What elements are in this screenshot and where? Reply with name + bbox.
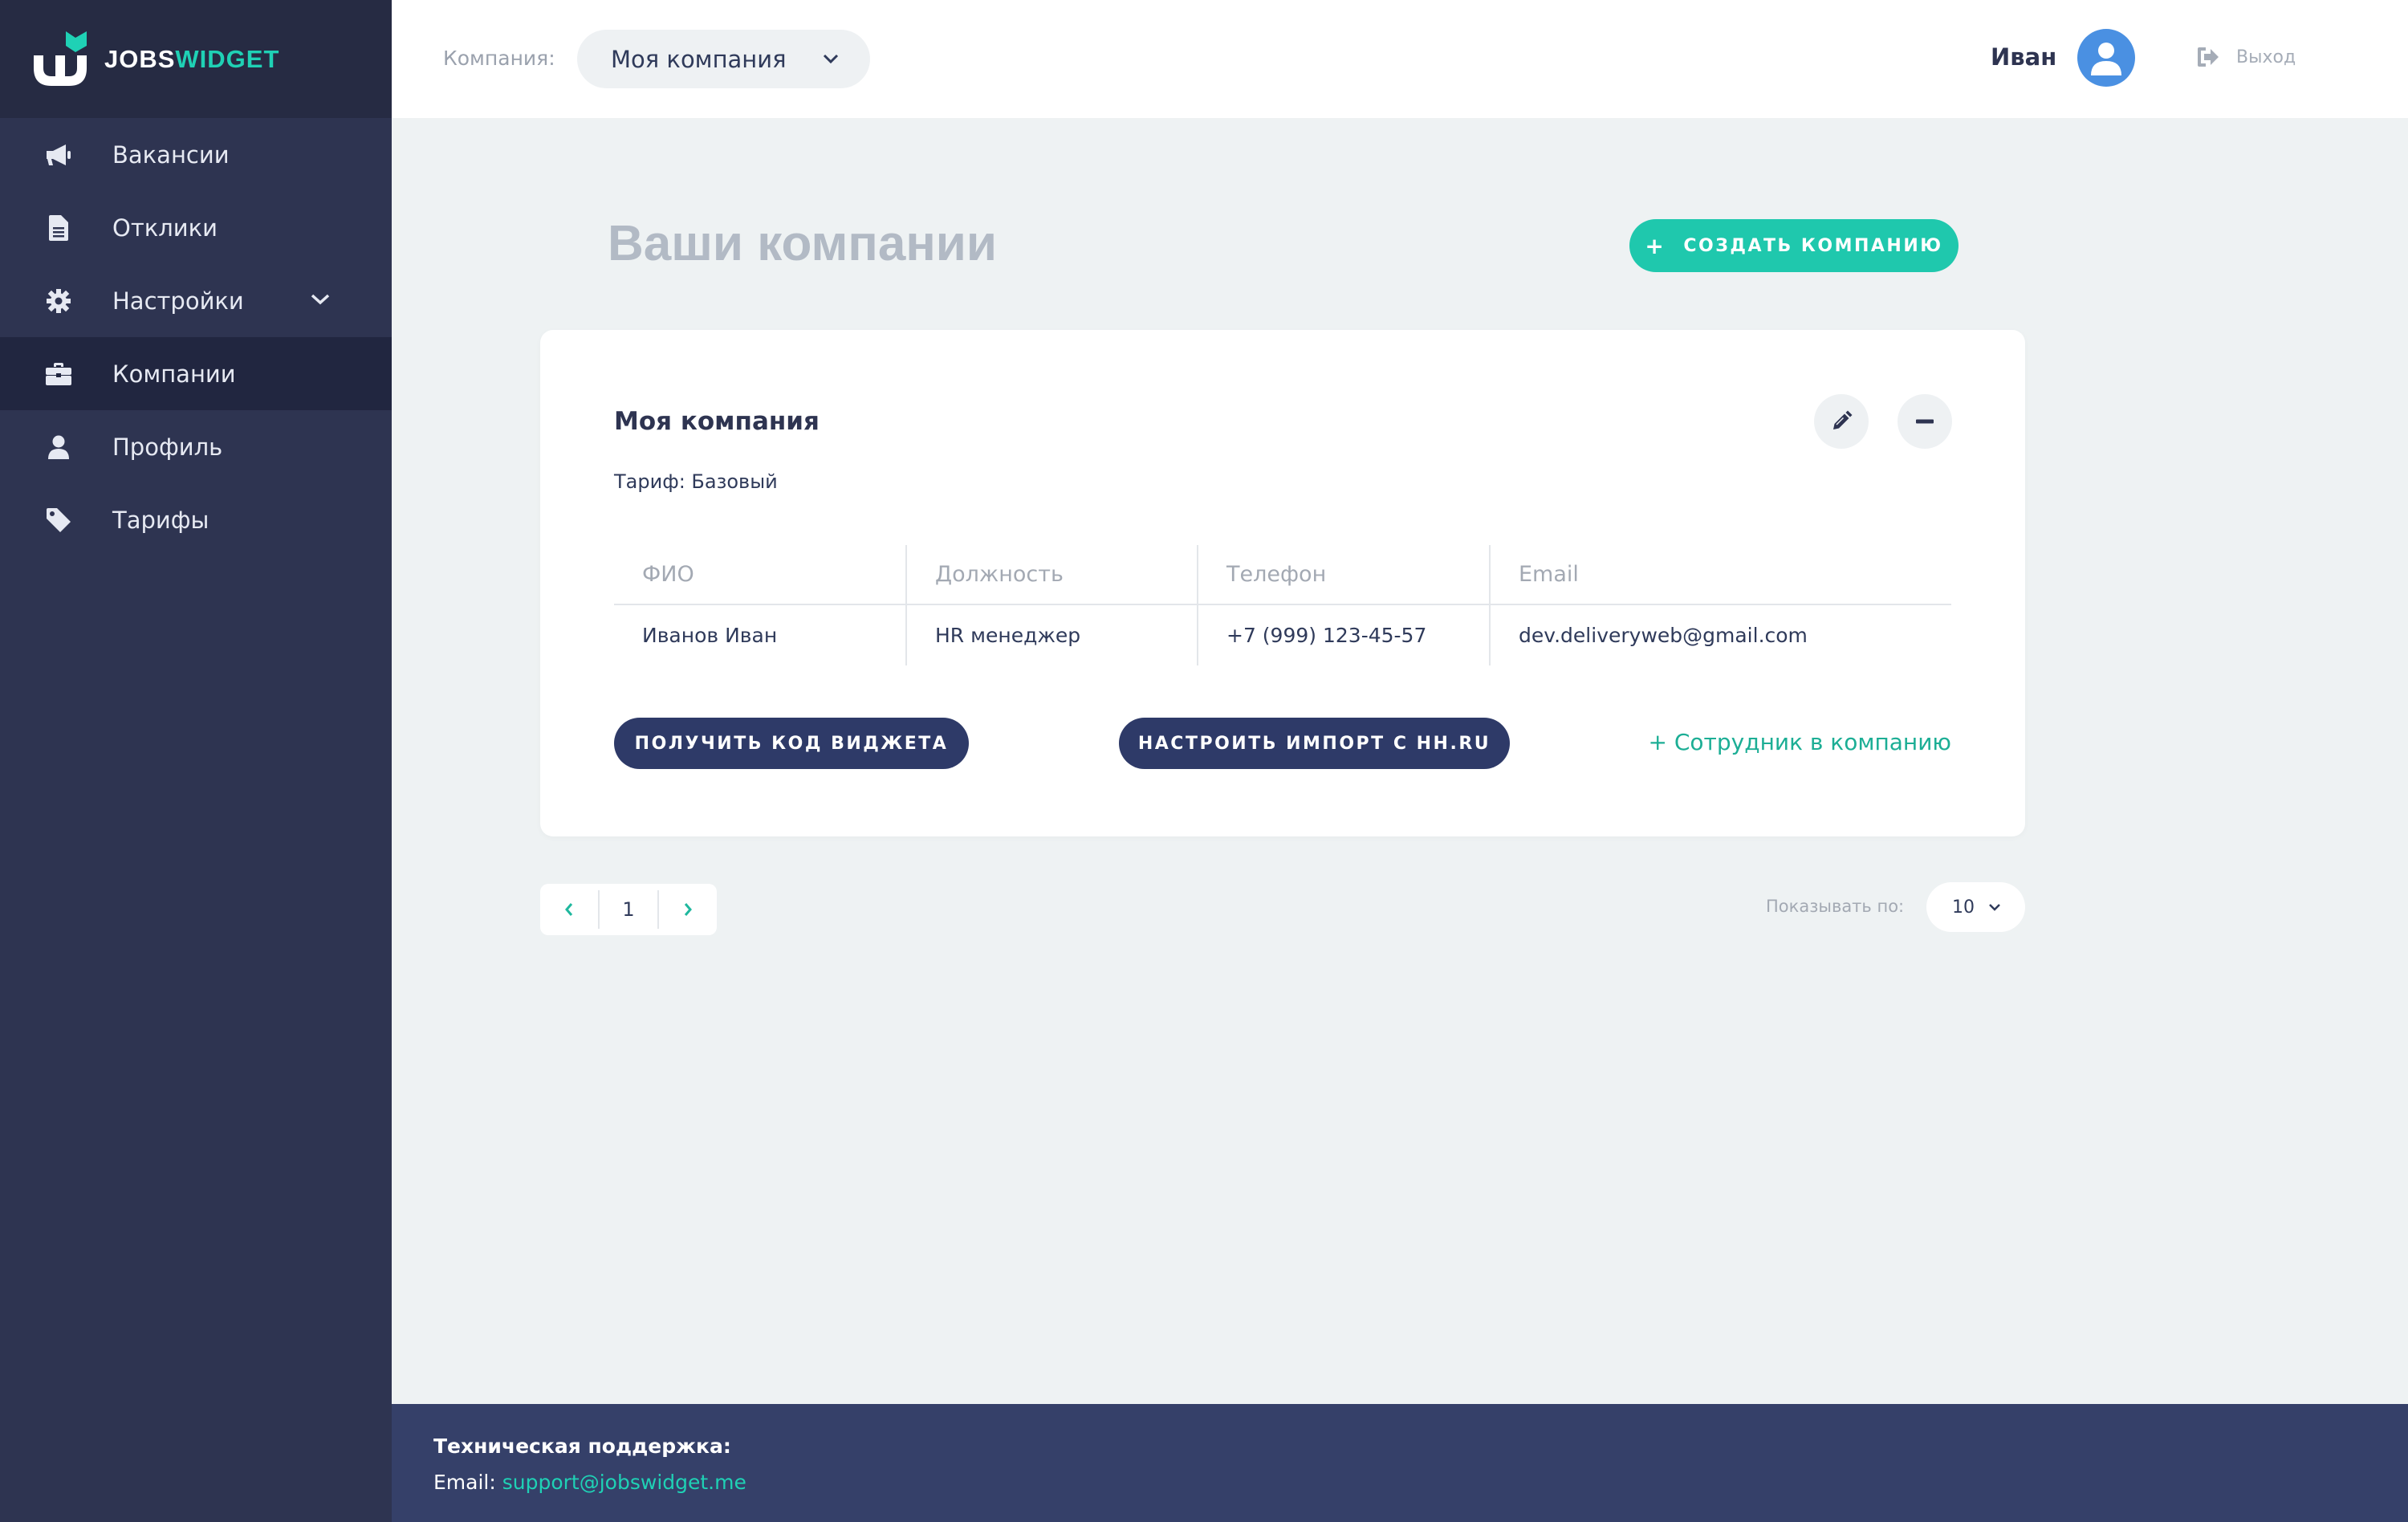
employees-table: ФИО Должность Телефон Email Иванов Иван …: [614, 545, 1951, 665]
edit-company-button[interactable]: [1814, 394, 1869, 449]
sidebar-item-label: Компании: [112, 360, 236, 388]
tag-icon: [45, 507, 72, 534]
add-employee-link[interactable]: + Сотрудник в компанию: [1649, 729, 1951, 755]
pencil-icon: [1833, 410, 1853, 429]
company-select[interactable]: Моя компания: [577, 30, 870, 88]
cell-name: Иванов Иван: [642, 624, 778, 647]
setup-hh-import-button[interactable]: НАСТРОИТЬ ИМПОРТ С HH.RU: [1119, 718, 1510, 769]
sidebar-item-tariffs[interactable]: Тарифы: [0, 483, 392, 556]
pagination-page-1[interactable]: 1: [598, 890, 659, 929]
sidebar-item-profile[interactable]: Профиль: [0, 410, 392, 483]
company-name: Моя компания: [614, 407, 820, 436]
per-page-label: Показывать по:: [1766, 897, 1905, 916]
column-header-phone: Телефон: [1197, 545, 1489, 604]
megaphone-icon: [45, 141, 72, 169]
page-title: Ваши компании: [608, 216, 998, 271]
briefcase-icon: [45, 360, 72, 388]
sidebar-item-label: Профиль: [112, 433, 223, 461]
sidebar-item-label: Отклики: [112, 214, 218, 242]
sidebar-item-responses[interactable]: Отклики: [0, 191, 392, 264]
support-email-link[interactable]: support@jobswidget.me: [502, 1471, 746, 1494]
logo-text: JOBSWIDGET: [104, 44, 280, 73]
sidebar-item-settings[interactable]: Настройки: [0, 264, 392, 337]
footer: Техническая поддержка: Email: support@jo…: [392, 1404, 2408, 1522]
sidebar: JOBSWIDGET Вакансии Отклики Настройки Ко…: [0, 0, 392, 1522]
pagination-prev[interactable]: [540, 884, 598, 935]
get-widget-code-button[interactable]: ПОЛУЧИТЬ КОД ВИДЖЕТА: [614, 718, 969, 769]
sidebar-item-label: Вакансии: [112, 140, 230, 169]
create-company-label: СОЗДАТЬ КОМПАНИЮ: [1683, 235, 1943, 256]
sidebar-item-label: Тарифы: [112, 506, 209, 534]
table-header: ФИО Должность Телефон Email: [614, 545, 1951, 605]
user-name[interactable]: Иван: [1991, 43, 2056, 71]
sidebar-item-vacancies[interactable]: Вакансии: [0, 118, 392, 191]
minus-icon: [1916, 419, 1934, 424]
support-title: Техническая поддержка:: [433, 1435, 731, 1458]
table-row: Иванов Иван HR менеджер +7 (999) 123-45-…: [614, 605, 1951, 665]
per-page-select[interactable]: 10: [1926, 882, 2025, 932]
chevron-left-icon: [565, 903, 573, 916]
sidebar-nav: Вакансии Отклики Настройки Компании Проф…: [0, 118, 392, 556]
support-email-label: Email:: [433, 1471, 496, 1494]
chevron-right-icon: [684, 903, 692, 916]
cell-phone: +7 (999) 123-45-57: [1197, 605, 1489, 665]
cell-position: HR менеджер: [905, 605, 1197, 665]
pagination-next[interactable]: [659, 884, 717, 935]
chevron-down-icon[interactable]: [310, 291, 331, 307]
company-card: Моя компания Тариф: Базовый ФИО Должност…: [540, 330, 2025, 836]
chevron-down-icon: [823, 54, 839, 64]
avatar[interactable]: [2077, 29, 2135, 87]
document-icon: [45, 214, 72, 242]
column-header-position: Должность: [905, 545, 1197, 604]
company-select-value: Моя компания: [611, 45, 787, 73]
pagination: 1: [540, 884, 717, 935]
support-email-line: Email: support@jobswidget.me: [433, 1471, 2408, 1494]
per-page-value: 10: [1952, 897, 1975, 918]
logo[interactable]: JOBSWIDGET: [0, 0, 392, 118]
user-avatar-icon: [2091, 43, 2121, 75]
top-header: Компания: Моя компания Иван Выход: [392, 0, 2408, 118]
sidebar-item-companies[interactable]: Компании: [0, 337, 392, 410]
logout-label: Выход: [2236, 47, 2296, 67]
gear-icon: [45, 287, 72, 315]
logo-icon: [34, 31, 87, 86]
company-tariff: Тариф: Базовый: [614, 470, 778, 493]
column-header-email: Email: [1489, 545, 1951, 604]
create-company-button[interactable]: + СОЗДАТЬ КОМПАНИЮ: [1629, 219, 1959, 272]
column-header-name: ФИО: [642, 562, 694, 587]
remove-company-button[interactable]: [1898, 394, 1952, 449]
chevron-down-icon: [1989, 904, 2000, 911]
logout-icon: [2198, 47, 2219, 67]
user-icon: [45, 433, 72, 461]
logout-link[interactable]: Выход: [2196, 47, 2296, 67]
plus-icon: +: [1645, 232, 1666, 259]
sidebar-item-label: Настройки: [112, 287, 244, 315]
company-label: Компания:: [443, 47, 555, 70]
cell-email: dev.deliveryweb@gmail.com: [1489, 605, 1951, 665]
